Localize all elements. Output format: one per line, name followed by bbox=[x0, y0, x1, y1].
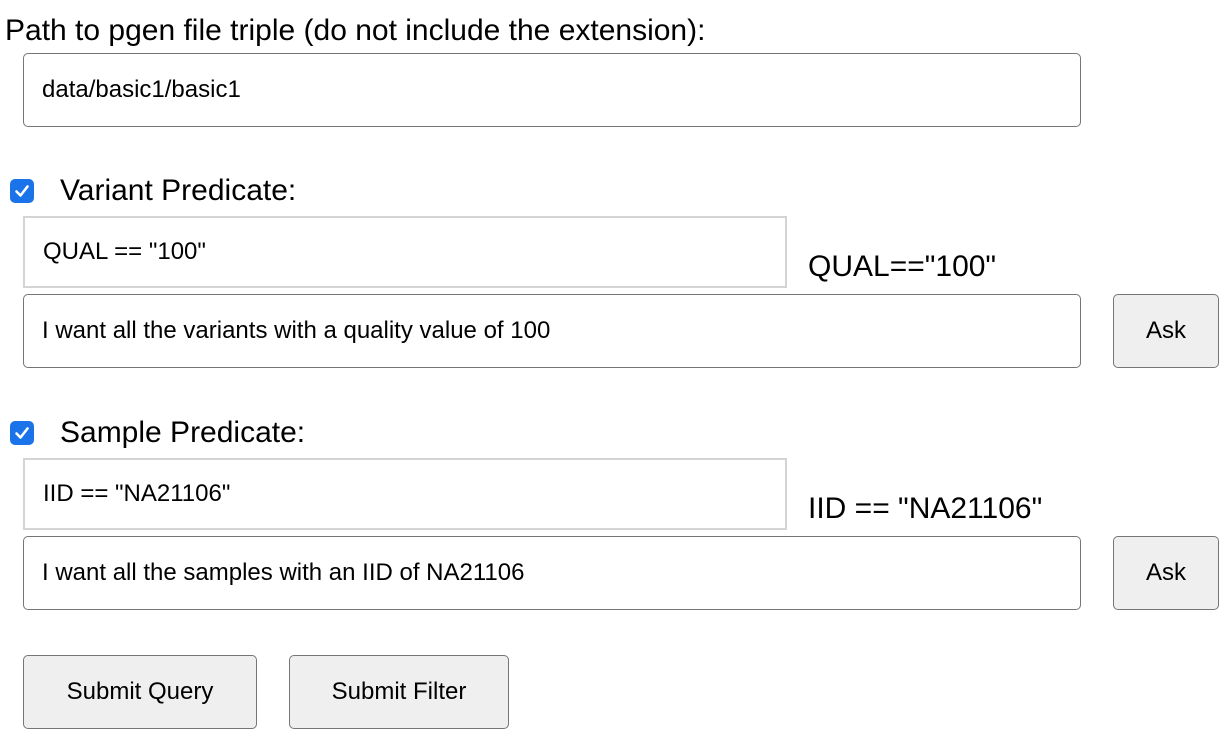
submit-query-button[interactable]: Submit Query bbox=[23, 655, 257, 729]
path-input[interactable] bbox=[23, 53, 1081, 127]
sample-question-input[interactable] bbox=[23, 536, 1081, 610]
variant-predicate-checkbox[interactable] bbox=[10, 179, 34, 203]
variant-predicate-label: Variant Predicate: bbox=[60, 174, 297, 207]
sample-predicate-result: IID == "NA21106" bbox=[808, 492, 1043, 525]
variant-predicate-result: QUAL=="100" bbox=[808, 250, 997, 283]
path-label: Path to pgen file triple (do not include… bbox=[5, 14, 706, 47]
checkmark-icon bbox=[15, 185, 29, 197]
sample-predicate-checkbox[interactable] bbox=[10, 421, 34, 445]
variant-ask-button[interactable]: Ask bbox=[1113, 294, 1219, 368]
checkmark-icon bbox=[15, 427, 29, 439]
sample-predicate-label: Sample Predicate: bbox=[60, 416, 306, 449]
sample-ask-button[interactable]: Ask bbox=[1113, 536, 1219, 610]
variant-predicate-input[interactable] bbox=[23, 216, 787, 288]
sample-predicate-input[interactable] bbox=[23, 458, 787, 530]
variant-question-input[interactable] bbox=[23, 294, 1081, 368]
submit-filter-button[interactable]: Submit Filter bbox=[289, 655, 509, 729]
